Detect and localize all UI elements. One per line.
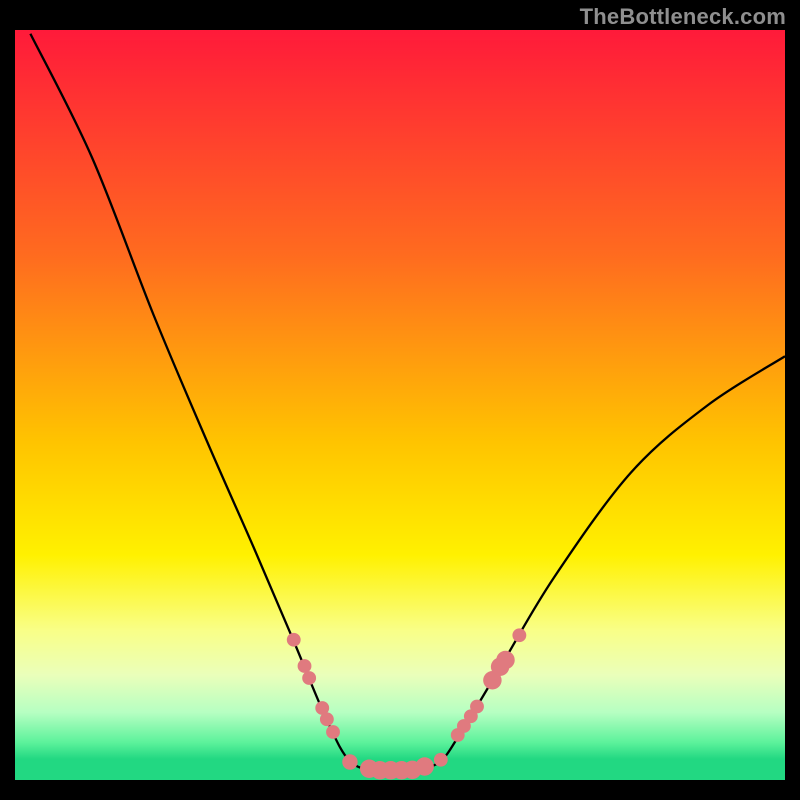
data-dot xyxy=(434,753,448,767)
data-dot xyxy=(470,700,484,714)
data-dot xyxy=(302,671,316,685)
data-dot xyxy=(326,725,340,739)
data-dot xyxy=(342,754,357,769)
chart-stage: TheBottleneck.com xyxy=(0,0,800,800)
chart-canvas xyxy=(0,0,800,800)
chart-background xyxy=(15,30,785,780)
data-dot xyxy=(320,712,334,726)
data-dot xyxy=(298,659,312,673)
data-dot xyxy=(415,757,433,775)
watermark-text: TheBottleneck.com xyxy=(580,4,786,30)
data-dot xyxy=(512,628,526,642)
data-dot xyxy=(496,651,514,669)
data-dot xyxy=(287,633,301,647)
